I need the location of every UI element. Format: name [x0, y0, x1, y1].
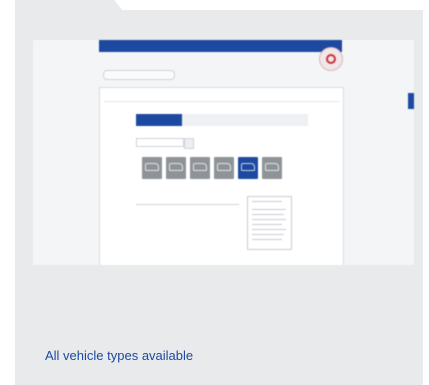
dropdown-option[interactable] [252, 224, 282, 225]
truck-icon [193, 163, 207, 171]
van-icon [169, 163, 183, 171]
dropdown-option[interactable] [252, 209, 286, 210]
step-tab-1[interactable] [136, 114, 182, 126]
car-icon [145, 163, 159, 171]
dropdown-option[interactable] [252, 234, 284, 235]
search-button[interactable] [184, 138, 194, 149]
vehicle-type-3[interactable] [190, 157, 210, 179]
step-tabs [136, 114, 308, 126]
app-screenshot [33, 40, 414, 265]
step-tab-5[interactable] [276, 114, 308, 126]
search-input[interactable] [136, 138, 184, 147]
results-table-header [136, 199, 239, 205]
brand-logo-icon [319, 47, 343, 71]
dropdown-option[interactable] [252, 229, 286, 230]
dropdown-option[interactable] [252, 219, 286, 220]
options-dropdown[interactable] [247, 196, 292, 250]
vehicle-type-4[interactable] [214, 157, 234, 179]
divider [104, 101, 339, 102]
step-tab-3[interactable] [214, 114, 246, 126]
vehicle-type-2[interactable] [166, 157, 186, 179]
step-tab-4[interactable] [246, 114, 276, 126]
vehicle-type-5[interactable] [238, 157, 258, 179]
breadcrumb[interactable] [103, 70, 175, 80]
step-tab-2[interactable] [182, 114, 214, 126]
vehicle-type-6[interactable] [262, 157, 282, 179]
main-panel [99, 87, 344, 265]
feature-caption: All vehicle types available [45, 348, 194, 363]
dropdown-option[interactable] [252, 239, 282, 240]
lorry-icon [241, 163, 255, 171]
dropdown-option[interactable] [252, 201, 282, 202]
vehicle-type-1[interactable] [142, 157, 162, 179]
trailer-icon [265, 163, 279, 171]
vehicle-type-selector [142, 157, 312, 187]
side-feedback-button[interactable] [408, 93, 414, 109]
dropdown-option[interactable] [252, 214, 284, 215]
app-header-bar [99, 40, 342, 52]
bus-icon [217, 163, 231, 171]
